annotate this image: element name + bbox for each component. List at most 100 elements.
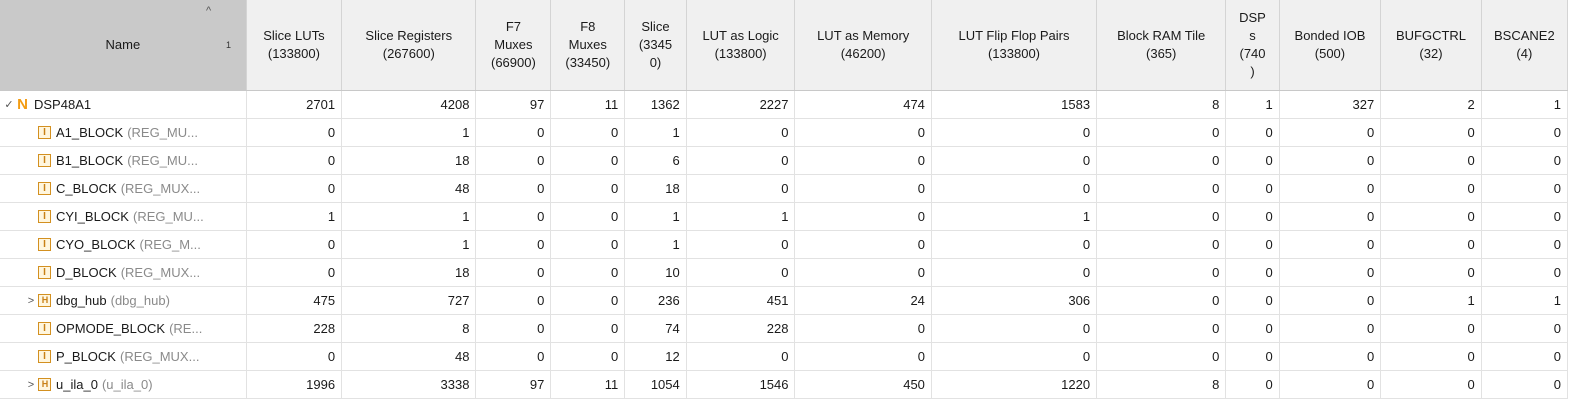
cell-bufgctrl: 0: [1380, 370, 1482, 399]
table-row[interactable]: I C_BLOCK (REG_MUX... 0 48 0 0 18 0 0 0 0 0 0 0 0: [0, 174, 1569, 203]
cell-name[interactable]: I CYO_BLOCK (REG_M...: [0, 230, 247, 259]
instance-reference: (RE...: [169, 321, 203, 336]
table-row[interactable]: I CYO_BLOCK (REG_M... 0 1 0 0 1 0 0 0 0 0 0 0 0: [0, 230, 1569, 259]
cell-bscane2: 0: [1481, 314, 1569, 343]
table-row[interactable]: I D_BLOCK (REG_MUX... 0 18 0 0 10 0 0 0 0 0 0 0 0: [0, 258, 1569, 287]
table-row[interactable]: I CYI_BLOCK (REG_MU... 1 1 0 0 1 1 0 1 0 0 0 0 0: [0, 202, 1569, 231]
expand-arrow-icon[interactable]: >: [24, 295, 38, 307]
table-row[interactable]: I A1_BLOCK (REG_MU... 0 1 0 0 1 0 0 0 0 0 0 0 0: [0, 118, 1569, 147]
column-header-label: (32): [1419, 46, 1443, 61]
netlist-icon: N: [17, 96, 28, 113]
cell-lut-as-memory: 0: [794, 314, 932, 343]
cell-name[interactable]: I P_BLOCK (REG_MUX...: [0, 342, 247, 371]
cell-slice: 18: [624, 174, 687, 203]
column-header-bufgctrl[interactable]: BUFGCTRL (32): [1380, 0, 1482, 91]
cell-bonded-iob: 0: [1279, 146, 1382, 175]
table-row[interactable]: I OPMODE_BLOCK (RE... 228 8 0 0 74 228 0 0 0 0 0 0 0: [0, 314, 1569, 343]
cell-slice-luts: 228: [246, 314, 343, 343]
column-header-label: ): [1250, 64, 1255, 79]
column-header-name[interactable]: ^ Name 1: [0, 0, 247, 91]
column-header-label: BSCANE2: [1494, 28, 1555, 43]
cell-lut-as-logic: 1546: [686, 370, 796, 399]
cell-bram-tile: 0: [1096, 118, 1227, 147]
cell-bscane2: 0: [1481, 174, 1569, 203]
name-wrap: > Hdbg_hub (dbg_hub): [0, 287, 245, 314]
cell-bonded-iob: 0: [1279, 370, 1382, 399]
column-header-label: (4): [1516, 46, 1533, 61]
cell-f8-muxes: 0: [550, 314, 626, 343]
cell-name[interactable]: I D_BLOCK (REG_MUX...: [0, 258, 247, 287]
column-header-f7-muxes[interactable]: F7 Muxes (66900): [475, 0, 552, 91]
cell-bufgctrl: 0: [1380, 230, 1482, 259]
table-row[interactable]: I P_BLOCK (REG_MUX... 0 48 0 0 12 0 0 0 0 0 0 0 0: [0, 342, 1569, 371]
cell-slice-registers: 1: [341, 202, 477, 231]
table-row[interactable]: ✓ N DSP48A1 2701 4208 97 11 1362 2227 474 1583 8 1 32…: [0, 90, 1569, 119]
cell-f8-muxes: 0: [550, 174, 626, 203]
cell-slice: 1: [624, 118, 687, 147]
column-header-f8-muxes[interactable]: F8 Muxes (33450): [550, 0, 626, 91]
cell-slice-registers: 8: [341, 314, 477, 343]
column-header-label: LUT Flip Flop Pairs: [958, 28, 1070, 43]
table-row[interactable]: > Hu_ila_0 (u_ila_0) 1996 3338 97 11 1054 1546 45…: [0, 370, 1569, 399]
column-header-bonded-iob[interactable]: Bonded IOB (500): [1279, 0, 1382, 91]
cell-dsps: 0: [1225, 146, 1280, 175]
cell-lut-as-logic: 0: [686, 230, 796, 259]
cell-lut-as-memory: 0: [794, 230, 932, 259]
cell-name[interactable]: I CYI_BLOCK (REG_MU...: [0, 202, 247, 231]
cell-f7-muxes: 97: [475, 370, 552, 399]
column-header-slice-luts[interactable]: Slice LUTs (133800): [246, 0, 343, 91]
cell-dsps: 1: [1225, 90, 1280, 119]
cell-slice: 1054: [624, 370, 687, 399]
name-wrap: > Hu_ila_0 (u_ila_0): [0, 371, 245, 398]
column-header-dsps[interactable]: DSP s (740): [1225, 0, 1280, 91]
column-header-label: (66900): [491, 55, 536, 70]
table-row[interactable]: > Hdbg_hub (dbg_hub) 475 727 0 0 236 451 24 306 0 0 0…: [0, 286, 1569, 315]
cell-slice: 12: [624, 342, 687, 371]
cell-lut-as-memory: 0: [794, 342, 932, 371]
cell-lut-as-memory: 0: [794, 174, 932, 203]
name-wrap: I D_BLOCK (REG_MUX...: [0, 259, 245, 286]
column-header-slice-registers[interactable]: Slice Registers (267600): [341, 0, 477, 91]
cell-bram-tile: 0: [1096, 202, 1227, 231]
instance-reference: (REG_MUX...: [120, 265, 201, 280]
column-header-bram-tile[interactable]: Block RAM Tile (365): [1096, 0, 1227, 91]
cell-name[interactable]: ✓ N DSP48A1: [0, 90, 247, 119]
cell-f7-muxes: 0: [475, 314, 552, 343]
cell-name[interactable]: I A1_BLOCK (REG_MU...: [0, 118, 247, 147]
instance-icon: I: [38, 350, 51, 363]
cell-bonded-iob: 0: [1279, 258, 1382, 287]
collapse-arrow-icon[interactable]: ✓: [2, 98, 16, 111]
column-header-label: DSP: [1239, 10, 1266, 25]
column-header-label: (365): [1146, 46, 1177, 61]
column-header-lut-ff-pairs[interactable]: LUT Flip Flop Pairs (133800): [931, 0, 1098, 91]
column-header-label: F7: [505, 19, 521, 34]
instance-name: B1_BLOCK: [56, 153, 124, 168]
column-header-lut-as-logic[interactable]: LUT as Logic (133800): [686, 0, 796, 91]
column-header-lut-as-memory[interactable]: LUT as Memory (46200): [794, 0, 932, 91]
cell-name[interactable]: I C_BLOCK (REG_MUX...: [0, 174, 247, 203]
instance-icon: I: [38, 154, 51, 167]
cell-name[interactable]: > Hdbg_hub (dbg_hub): [0, 286, 247, 315]
column-header-bscane2[interactable]: BSCANE2 (4): [1481, 0, 1569, 91]
cell-lut-ff-pairs: 1583: [931, 90, 1098, 119]
cell-bufgctrl: 0: [1380, 146, 1482, 175]
column-header-label: Muxes: [494, 37, 533, 52]
cell-lut-as-memory: 24: [794, 286, 932, 315]
column-header-slice[interactable]: Slice (3345 0): [624, 0, 687, 91]
table-row[interactable]: I B1_BLOCK (REG_MU... 0 18 0 0 6 0 0 0 0 0 0 0 0: [0, 146, 1569, 175]
cell-name[interactable]: I OPMODE_BLOCK (RE...: [0, 314, 247, 343]
cell-name[interactable]: > Hu_ila_0 (u_ila_0): [0, 370, 247, 399]
cell-name[interactable]: I B1_BLOCK (REG_MU...: [0, 146, 247, 175]
cell-slice: 1: [624, 230, 687, 259]
column-header-label: Name: [105, 37, 141, 52]
column-header-label: (267600): [382, 46, 435, 61]
cell-bram-tile: 0: [1096, 286, 1227, 315]
cell-lut-as-logic: 1: [686, 202, 796, 231]
cell-lut-as-logic: 228: [686, 314, 796, 343]
name-wrap: I A1_BLOCK (REG_MU...: [0, 119, 245, 146]
name-wrap: I B1_BLOCK (REG_MU...: [0, 147, 245, 174]
cell-lut-as-logic: 0: [686, 342, 796, 371]
cell-slice-luts: 2701: [246, 90, 343, 119]
expand-arrow-icon[interactable]: >: [24, 379, 38, 391]
cell-bscane2: 0: [1481, 370, 1569, 399]
